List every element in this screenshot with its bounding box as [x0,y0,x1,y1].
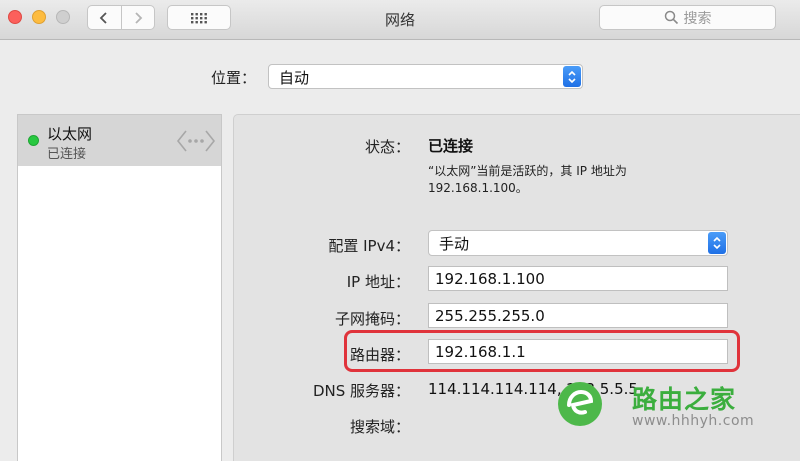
watermark: 路由之家 www.hhhyh.com [556,378,781,438]
status-dot [28,135,39,146]
ethernet-icon [176,130,216,152]
subnet-mask-field[interactable]: 255.255.255.0 [428,303,728,328]
service-item-ethernet[interactable]: 以太网 已连接 [18,115,221,166]
service-name: 以太网 [47,125,93,143]
location-value: 自动 [279,69,310,87]
status-value: 已连接 [428,137,474,155]
router-highlight-box [344,330,740,372]
location-label: 位置： [211,69,257,87]
search-placeholder: 搜索 [683,10,712,27]
ip-address-label: IP 地址： [346,273,410,291]
ipv4-config-stepper [708,232,726,254]
watermark-url: www.hhhyh.com [632,413,755,429]
ipv4-config-label: 配置 IPv4： [328,237,410,255]
service-status: 已连接 [47,147,87,162]
search-icon [664,10,678,25]
subnet-mask-value: 255.255.255.0 [435,307,545,325]
router-home-logo-icon [558,382,602,426]
status-label: 状态： [364,138,410,156]
up-down-arrows-icon [568,70,576,83]
location-stepper [563,66,581,87]
status-description-line1: “以太网”当前是活跃的，其 IP 地址为 [428,164,627,178]
ip-address-value: 192.168.1.100 [435,270,545,288]
subnet-mask-label: 子网掩码： [334,310,410,328]
ip-address-field[interactable]: 192.168.1.100 [428,266,728,291]
search-domains-label: 搜索域： [349,418,410,436]
service-list: 以太网 已连接 [17,114,222,461]
watermark-name: 路由之家 [632,385,737,414]
title-bar: 网络 搜索 [0,0,800,40]
search-field[interactable]: 搜索 [599,5,776,30]
ipv4-config-value: 手动 [439,235,470,253]
location-popup[interactable]: 自动 [268,64,583,89]
dns-servers-label: DNS 服务器： [312,382,410,400]
status-description-line2: 192.168.1.100。 [428,181,528,195]
up-down-arrows-icon [713,236,721,250]
ipv4-config-popup[interactable]: 手动 [428,230,728,256]
